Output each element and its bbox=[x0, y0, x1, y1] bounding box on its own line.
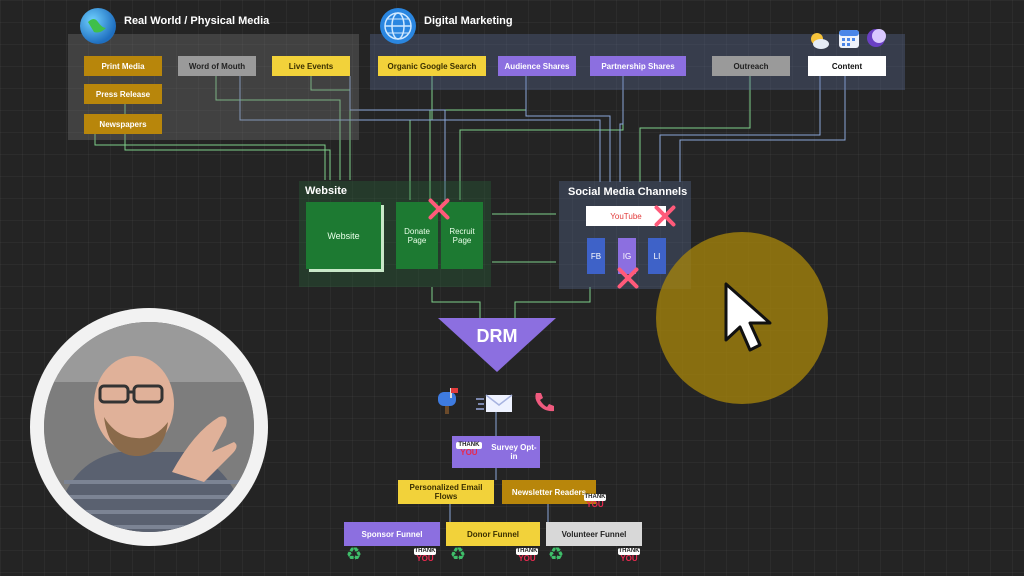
li-node[interactable]: LI bbox=[648, 238, 666, 274]
digital-marketing-title: Digital Marketing bbox=[424, 15, 513, 27]
cursor-icon bbox=[724, 282, 772, 352]
outreach-node[interactable]: Outreach bbox=[712, 56, 790, 76]
donor-funnel-node[interactable]: Donor Funnel bbox=[446, 522, 540, 546]
recycle-icon: ♻ bbox=[346, 544, 363, 564]
recycle-icon: ♻ bbox=[450, 544, 467, 564]
phone-icon bbox=[532, 390, 556, 414]
volunteer-funnel-node[interactable]: Volunteer Funnel bbox=[546, 522, 642, 546]
content-node[interactable]: Content bbox=[808, 56, 886, 76]
x-mark-icon bbox=[652, 203, 678, 229]
calendar-icon bbox=[838, 27, 860, 49]
partnership-shares-node[interactable]: Partnership Shares bbox=[590, 56, 686, 76]
thank-you-sticker: THANK YOU bbox=[456, 442, 482, 462]
thank-you-sticker: THANK YOU bbox=[618, 548, 640, 563]
thank-you-sticker: THANK YOU bbox=[516, 548, 538, 563]
website-title: Website bbox=[305, 185, 347, 197]
email-icon bbox=[476, 392, 514, 414]
mailbox-icon bbox=[436, 386, 460, 414]
globe-icon bbox=[380, 8, 416, 44]
word-of-mouth-node[interactable]: Word of Mouth bbox=[178, 56, 256, 76]
organic-google-search-node[interactable]: Organic Google Search bbox=[378, 56, 486, 76]
recycle-icon: ♻ bbox=[548, 544, 565, 564]
weather-icon bbox=[808, 30, 830, 50]
x-mark-icon bbox=[615, 265, 641, 291]
print-media-node[interactable]: Print Media bbox=[84, 56, 162, 76]
press-release-node[interactable]: Press Release bbox=[84, 84, 162, 104]
sponsor-funnel-node[interactable]: Sponsor Funnel bbox=[344, 522, 440, 546]
live-events-node[interactable]: Live Events bbox=[272, 56, 350, 76]
x-mark-icon bbox=[426, 196, 452, 222]
globe-icon bbox=[80, 8, 116, 44]
personalized-email-flows-node[interactable]: Personalized Email Flows bbox=[398, 480, 494, 504]
social-media-title: Social Media Channels bbox=[568, 186, 688, 198]
audience-shares-node[interactable]: Audience Shares bbox=[498, 56, 576, 76]
newspapers-node[interactable]: Newspapers bbox=[84, 114, 162, 134]
survey-opt-in-label: Survey Opt-in bbox=[491, 443, 537, 461]
thank-you-sticker: THANK YOU bbox=[414, 548, 436, 563]
thank-you-sticker: THANK YOU bbox=[584, 494, 606, 509]
drm-label: DRM bbox=[476, 326, 518, 346]
survey-opt-in-node[interactable]: THANK YOU Survey Opt-in bbox=[452, 436, 540, 468]
website-node[interactable]: Website bbox=[306, 202, 381, 269]
newsletter-readers-node[interactable]: Newsletter Readers bbox=[502, 480, 596, 504]
presenter-avatar bbox=[44, 322, 254, 532]
moon-icon bbox=[866, 28, 886, 48]
real-world-title: Real World / Physical Media bbox=[124, 15, 270, 27]
fb-node[interactable]: FB bbox=[587, 238, 605, 274]
